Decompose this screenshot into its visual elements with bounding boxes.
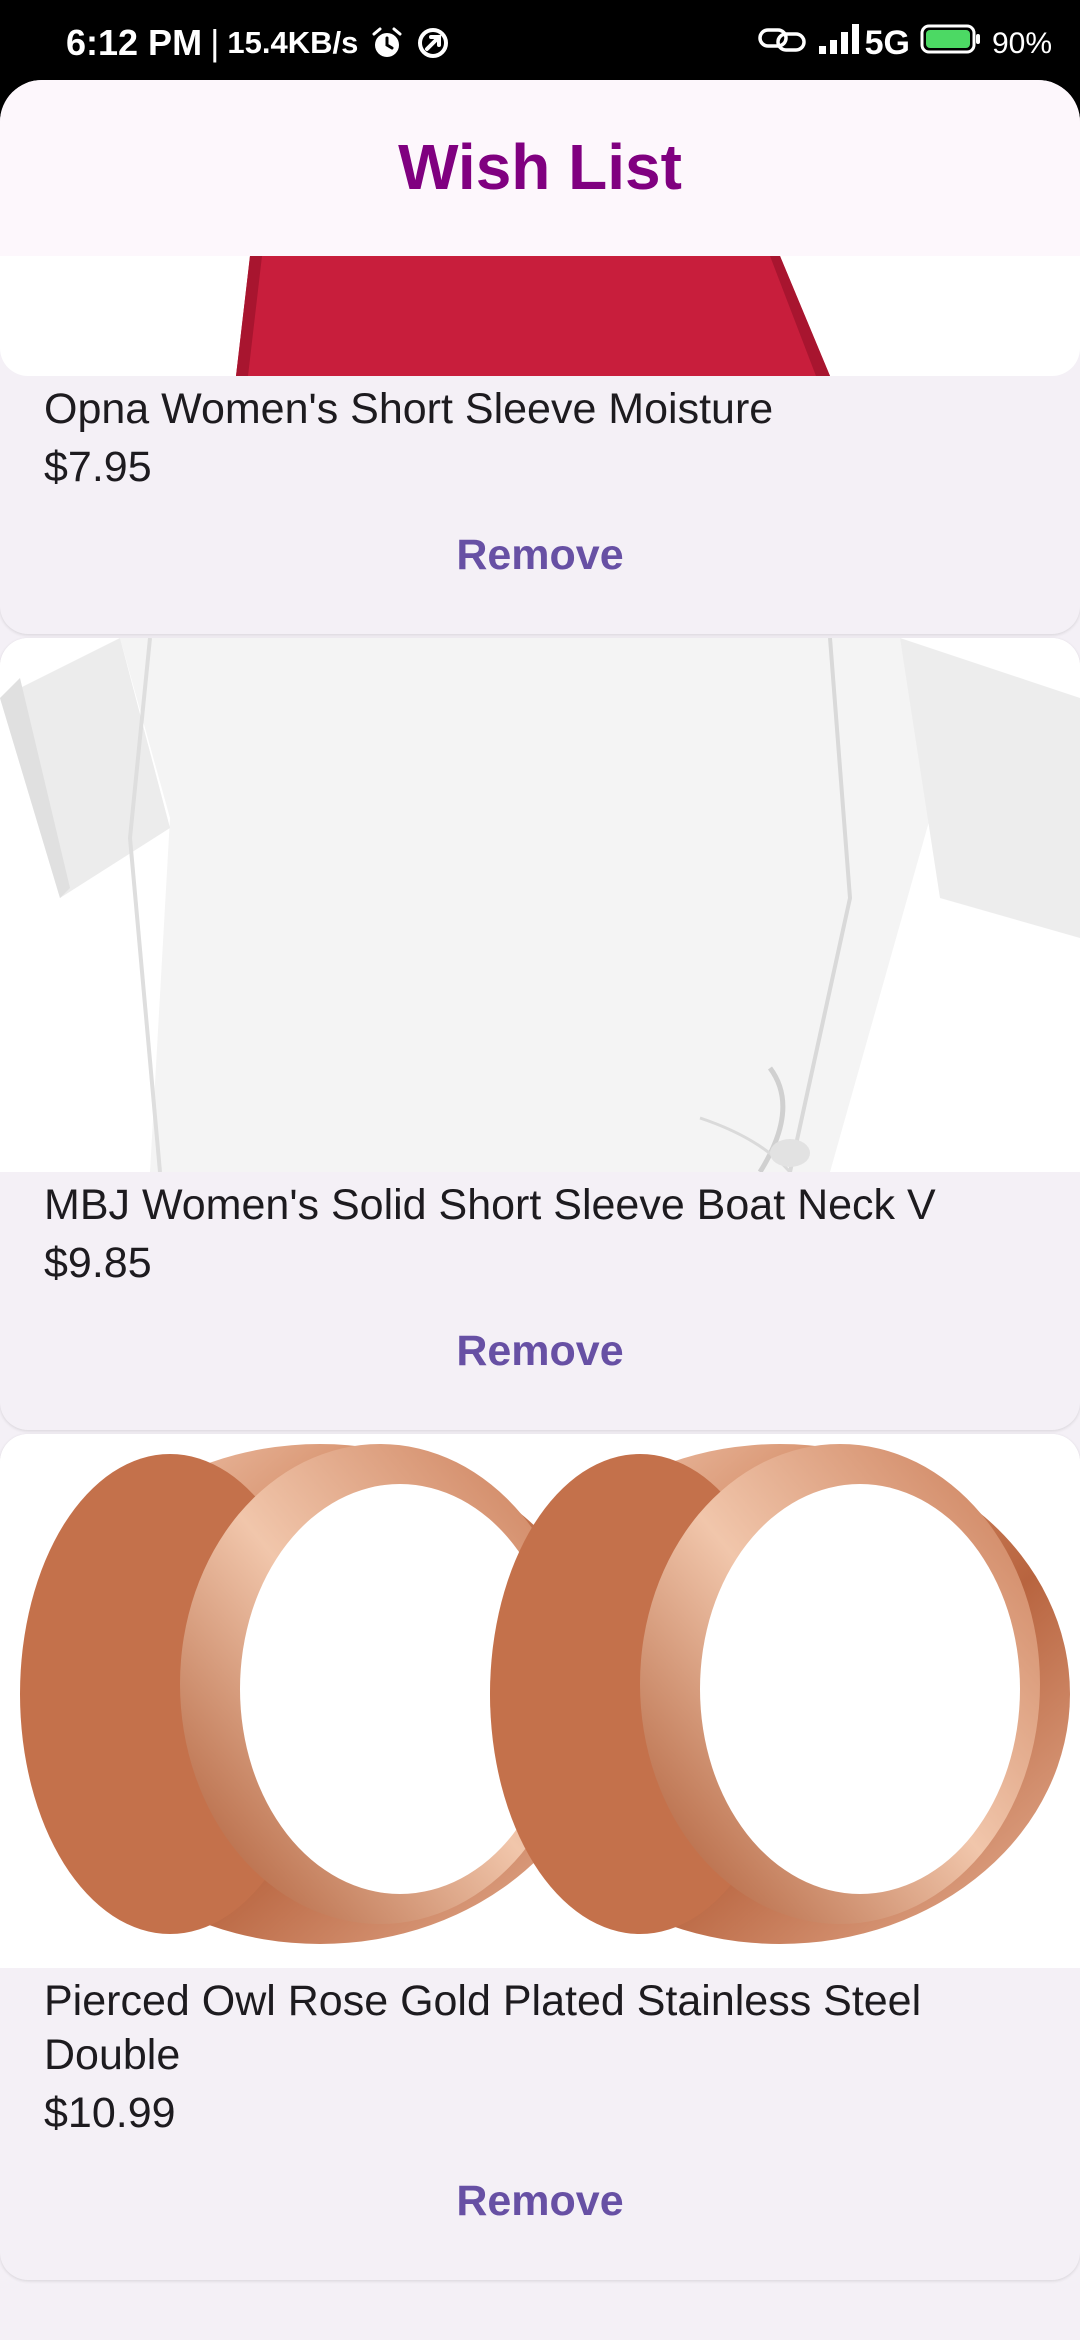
page-title: Wish List	[398, 131, 682, 203]
item-price: $7.95	[44, 443, 152, 491]
rose-gold-plugs-image[interactable]	[0, 1434, 1080, 1968]
status-right: 5G 90%	[747, 22, 1052, 65]
network-type: 5G	[864, 24, 910, 62]
status-left: 6:12 PM | 15.4KB/s	[66, 22, 450, 64]
status-separator: |	[210, 22, 220, 63]
item-name: MBJ Women's Solid Short Sleeve Boat Neck…	[44, 1181, 936, 1229]
item-price: $10.99	[44, 2089, 176, 2137]
app-screen: Wish List Opna Women's Short Sleeve Mois…	[0, 80, 1080, 2340]
status-time: 6:12 PM	[66, 22, 203, 63]
item-name: Pierced Owl Rose Gold Plated Stainless S…	[44, 1977, 922, 2079]
remove-button[interactable]: Remove	[410, 1320, 670, 1380]
list-item[interactable]: Opna Women's Short Sleeve Moisture $7.95…	[0, 256, 1080, 634]
battery-icon	[920, 22, 982, 65]
list-item[interactable]: Pierced Owl Rose Gold Plated Stainless S…	[0, 1434, 1080, 2280]
remove-button[interactable]: Remove	[410, 2170, 670, 2230]
status-bar: 6:12 PM | 15.4KB/s 5G 90%	[0, 0, 1080, 80]
white-shirt-image[interactable]	[0, 638, 1080, 1172]
item-price: $9.85	[44, 1239, 152, 1287]
list-item[interactable]: MBJ Women's Solid Short Sleeve Boat Neck…	[0, 638, 1080, 1430]
red-shirt-image[interactable]	[0, 256, 1080, 376]
wish-list[interactable]: Opna Women's Short Sleeve Moisture $7.95…	[0, 256, 1080, 2284]
battery-percent: 90%	[991, 26, 1052, 60]
item-name: Opna Women's Short Sleeve Moisture	[44, 385, 774, 433]
remove-button[interactable]: Remove	[410, 524, 670, 584]
alarm-icon	[370, 26, 404, 60]
link-icon	[757, 22, 807, 65]
signal-icon	[817, 22, 863, 65]
network-speed: 15.4KB/s	[227, 25, 359, 60]
top-app-bar: Wish List	[0, 80, 1080, 256]
sync-icon	[416, 26, 450, 60]
